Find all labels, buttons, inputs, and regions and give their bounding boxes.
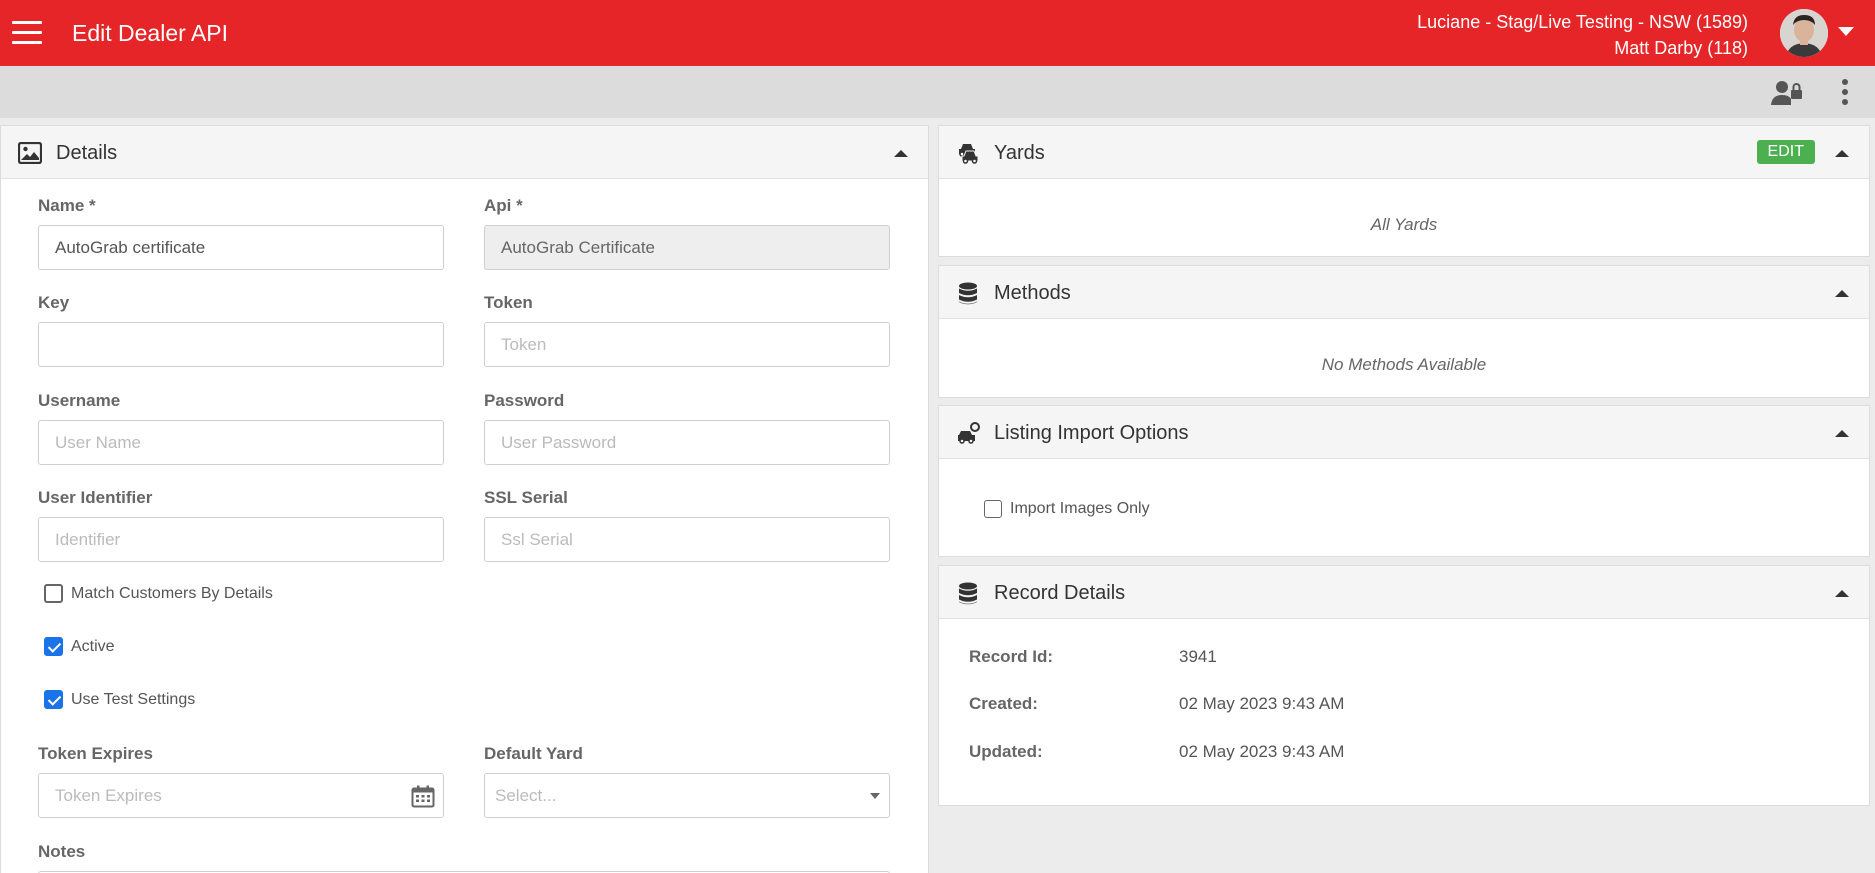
details-panel: Details Name * Api * Key Token Username …	[0, 125, 929, 873]
token-label: Token	[484, 293, 533, 312]
collapse-yards-icon[interactable]	[1835, 150, 1849, 157]
checkbox-unchecked-icon[interactable]	[984, 500, 1002, 518]
token-expires-input[interactable]	[38, 773, 444, 818]
password-label: Password	[484, 391, 565, 410]
checkbox-unchecked-icon[interactable]	[44, 584, 63, 603]
name-input[interactable]	[38, 225, 444, 270]
calendar-icon[interactable]	[411, 785, 435, 813]
record-id-value: 3941	[1179, 647, 1217, 666]
record-details-panel: Record Details Record Id: 3941 Created: …	[938, 565, 1870, 806]
token-input[interactable]	[484, 322, 890, 367]
use-test-settings-checkbox[interactable]: Use Test Settings	[44, 690, 195, 709]
active-checkbox[interactable]: Active	[44, 637, 115, 656]
checkbox-checked-icon[interactable]	[44, 690, 63, 709]
key-label: Key	[38, 293, 70, 312]
updated-value: 02 May 2023 9:43 AM	[1179, 742, 1345, 761]
username-input[interactable]	[38, 420, 444, 465]
methods-panel-header[interactable]: Methods	[939, 266, 1869, 319]
user-lock-icon[interactable]	[1770, 78, 1804, 111]
record-id-label: Record Id:	[969, 647, 1054, 666]
select-chevron-down-icon[interactable]	[870, 793, 880, 799]
default-yard-placeholder: Select...	[495, 786, 557, 805]
match-customers-label: Match Customers By Details	[71, 584, 273, 602]
dealer-account-name: Luciane - Stag/Live Testing - NSW (1589)	[1417, 12, 1748, 32]
yards-panel: Yards EDIT All Yards	[938, 125, 1870, 257]
updated-label: Updated:	[969, 742, 1043, 761]
cars-icon	[959, 144, 979, 164]
listing-import-panel: Listing Import Options Import Images Onl…	[938, 405, 1870, 557]
created-label: Created:	[969, 694, 1038, 713]
listing-import-title: Listing Import Options	[994, 422, 1189, 444]
username-label: Username	[38, 391, 121, 410]
user-photo-icon	[1780, 9, 1828, 57]
top-bar: Edit Dealer API Luciane - Stag/Live Test…	[0, 0, 1875, 66]
import-images-only-label: Import Images Only	[1010, 500, 1150, 517]
database-icon	[959, 282, 977, 305]
yards-title: Yards	[994, 142, 1045, 164]
import-images-only-checkbox[interactable]: Import Images Only	[984, 500, 1150, 518]
use-test-settings-label: Use Test Settings	[71, 690, 196, 708]
api-input	[484, 225, 890, 270]
ssl-serial-input[interactable]	[484, 517, 890, 562]
details-title: Details	[56, 142, 118, 164]
token-expires-label: Token Expires	[38, 744, 153, 763]
user-identifier-label: User Identifier	[38, 488, 153, 507]
active-label: Active	[71, 637, 115, 655]
database-icon	[959, 582, 977, 605]
edit-yards-button[interactable]: EDIT	[1756, 140, 1815, 164]
created-value: 02 May 2023 9:43 AM	[1179, 694, 1345, 713]
collapse-listing-import-icon[interactable]	[1835, 430, 1849, 437]
details-panel-header[interactable]: Details	[1, 126, 928, 179]
account-dropdown-icon[interactable]	[1838, 27, 1854, 36]
hamburger-menu-icon[interactable]	[12, 21, 42, 45]
user-identifier-input[interactable]	[38, 517, 444, 562]
listing-import-panel-header[interactable]: Listing Import Options	[939, 406, 1869, 459]
more-options-icon[interactable]	[1841, 78, 1849, 111]
avatar[interactable]	[1780, 9, 1828, 57]
checkbox-checked-icon[interactable]	[44, 637, 63, 656]
methods-title: Methods	[994, 282, 1071, 304]
no-methods-text: No Methods Available	[1321, 355, 1487, 374]
collapse-methods-icon[interactable]	[1835, 290, 1849, 297]
page-title: Edit Dealer API	[72, 20, 228, 46]
collapse-record-details-icon[interactable]	[1835, 590, 1849, 597]
password-input[interactable]	[484, 420, 890, 465]
collapse-details-icon[interactable]	[894, 150, 908, 157]
match-customers-checkbox[interactable]: Match Customers By Details	[44, 584, 273, 603]
key-input[interactable]	[38, 322, 444, 367]
image-icon	[18, 142, 42, 164]
api-label: Api *	[484, 196, 523, 215]
record-details-panel-header[interactable]: Record Details	[939, 566, 1869, 619]
user-name: Matt Darby (118)	[1614, 38, 1748, 58]
car-import-icon	[958, 422, 980, 444]
ssl-serial-label: SSL Serial	[484, 488, 568, 507]
default-yard-select[interactable]: Select...	[484, 773, 890, 818]
account-info[interactable]: Luciane - Stag/Live Testing - NSW (1589)…	[1417, 9, 1748, 61]
name-label: Name *	[38, 196, 96, 215]
yards-panel-header[interactable]: Yards EDIT	[939, 126, 1869, 179]
record-details-title: Record Details	[994, 582, 1126, 604]
notes-label: Notes	[38, 842, 86, 861]
all-yards-text: All Yards	[1370, 215, 1438, 234]
methods-panel: Methods No Methods Available	[938, 265, 1870, 398]
default-yard-label: Default Yard	[484, 744, 583, 763]
action-toolbar	[0, 66, 1875, 118]
